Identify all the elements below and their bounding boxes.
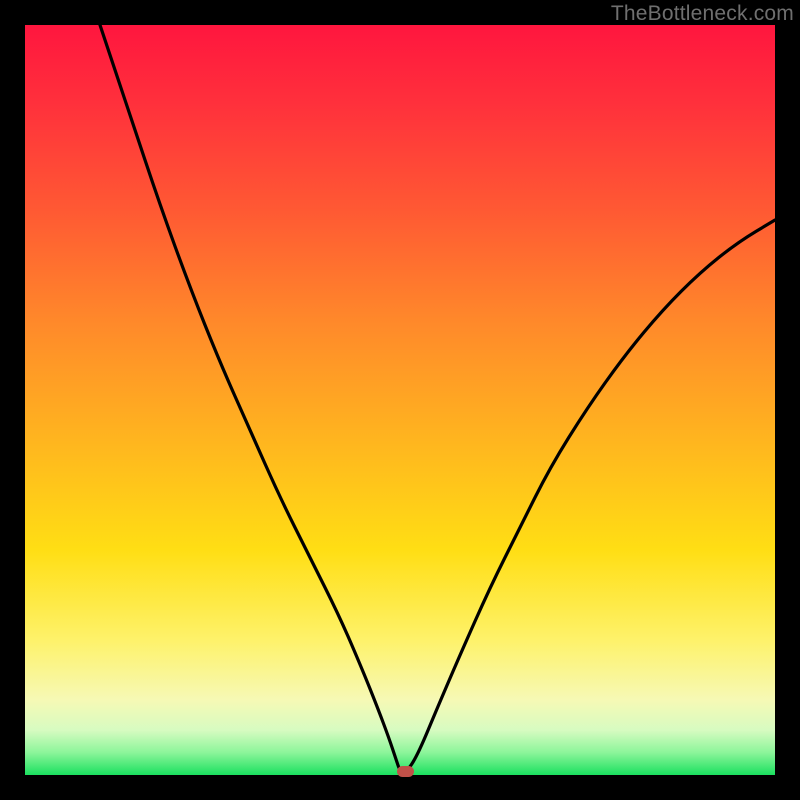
optimal-marker xyxy=(397,766,414,777)
bottleneck-curve xyxy=(25,25,775,775)
plot-area xyxy=(25,25,775,775)
chart-frame: TheBottleneck.com xyxy=(0,0,800,800)
watermark-text: TheBottleneck.com xyxy=(611,2,794,26)
